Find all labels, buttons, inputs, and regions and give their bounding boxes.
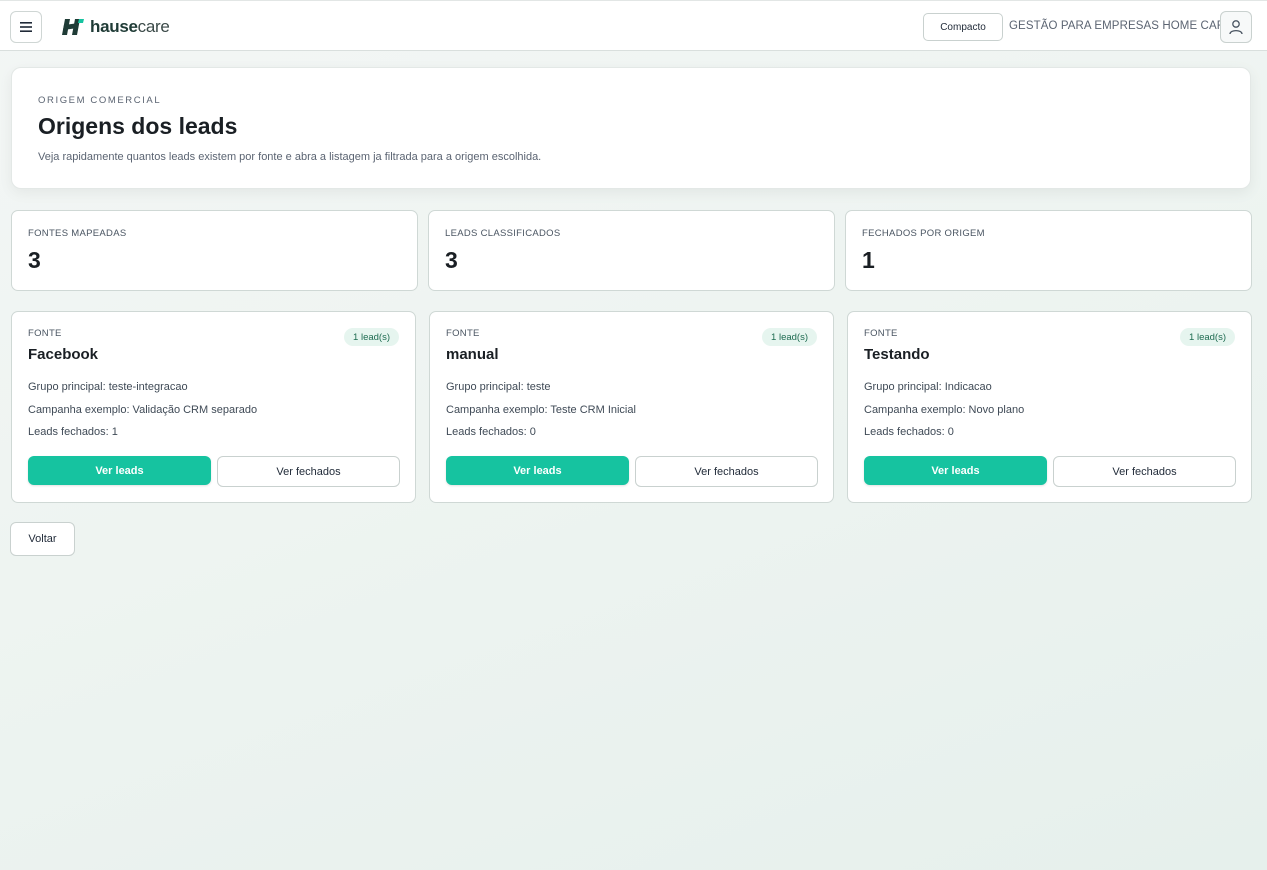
stat-card-leads-classificados: LEADS CLASSIFICADOS 3 xyxy=(428,210,835,291)
stat-label: LEADS CLASSIFICADOS xyxy=(445,228,561,239)
page-eyebrow: ORIGEM COMERCIAL xyxy=(38,95,162,106)
page-title: Origens dos leads xyxy=(38,113,238,139)
view-leads-button[interactable]: Ver leads xyxy=(28,456,211,485)
lead-count-badge: 1 lead(s) xyxy=(762,328,817,346)
source-closed-count: Leads fechados: 0 xyxy=(864,426,954,438)
source-campaign: Campanha exemplo: Novo plano xyxy=(864,404,1025,416)
source-name: manual xyxy=(446,346,499,363)
source-card-facebook: FONTE Facebook 1 lead(s) Grupo principal… xyxy=(11,311,416,503)
source-label: FONTE xyxy=(28,328,62,339)
view-closed-button[interactable]: Ver fechados xyxy=(217,456,400,487)
view-leads-button[interactable]: Ver leads xyxy=(446,456,629,485)
lead-count-badge: 1 lead(s) xyxy=(1180,328,1235,346)
stat-value: 1 xyxy=(862,247,875,273)
brand-wordmark: hausecare xyxy=(90,17,170,36)
brand-logo[interactable]: hausecare xyxy=(60,15,170,39)
stat-card-fechados-por-origem: FECHADOS POR ORIGEM 1 xyxy=(845,210,1252,291)
lead-count-badge: 1 lead(s) xyxy=(344,328,399,346)
menu-button[interactable] xyxy=(10,11,42,43)
source-card-testando: FONTE Testando 1 lead(s) Grupo principal… xyxy=(847,311,1252,503)
view-closed-button[interactable]: Ver fechados xyxy=(635,456,818,487)
source-label: FONTE xyxy=(864,328,898,339)
compact-toggle-button[interactable]: Compacto xyxy=(923,13,1003,41)
source-group: Grupo principal: teste-integracao xyxy=(28,381,188,393)
source-name: Testando xyxy=(864,346,930,363)
source-campaign: Campanha exemplo: Teste CRM Inicial xyxy=(446,404,636,416)
source-name: Facebook xyxy=(28,346,99,363)
stat-value: 3 xyxy=(28,247,41,273)
stat-label: FECHADOS POR ORIGEM xyxy=(862,228,985,239)
stat-label: FONTES MAPEADAS xyxy=(28,228,127,239)
source-campaign: Campanha exemplo: Validação CRM separado xyxy=(28,404,258,416)
source-group: Grupo principal: teste xyxy=(446,381,551,393)
source-closed-count: Leads fechados: 1 xyxy=(28,426,118,438)
back-button[interactable]: Voltar xyxy=(10,522,75,556)
user-icon xyxy=(1229,20,1243,35)
page-description: Veja rapidamente quantos leads existem p… xyxy=(38,151,542,163)
company-name: GESTÃO PARA EMPRESAS HOME CARE xyxy=(1009,20,1233,32)
source-closed-count: Leads fechados: 0 xyxy=(446,426,536,438)
page-header-card: ORIGEM COMERCIAL Origens dos leads Veja … xyxy=(11,67,1251,189)
source-label: FONTE xyxy=(446,328,480,339)
menu-icon xyxy=(20,22,32,32)
user-menu-button[interactable] xyxy=(1220,11,1252,43)
hausecare-logo-mark xyxy=(62,19,84,35)
view-leads-button[interactable]: Ver leads xyxy=(864,456,1047,485)
source-card-manual: FONTE manual 1 lead(s) Grupo principal: … xyxy=(429,311,834,503)
top-bar: hausecare Compacto GESTÃO PARA EMPRESAS … xyxy=(0,0,1267,51)
view-closed-button[interactable]: Ver fechados xyxy=(1053,456,1236,487)
stat-card-fontes-mapeadas: FONTES MAPEADAS 3 xyxy=(11,210,418,291)
stat-value: 3 xyxy=(445,247,458,273)
source-group: Grupo principal: Indicacao xyxy=(864,381,992,393)
